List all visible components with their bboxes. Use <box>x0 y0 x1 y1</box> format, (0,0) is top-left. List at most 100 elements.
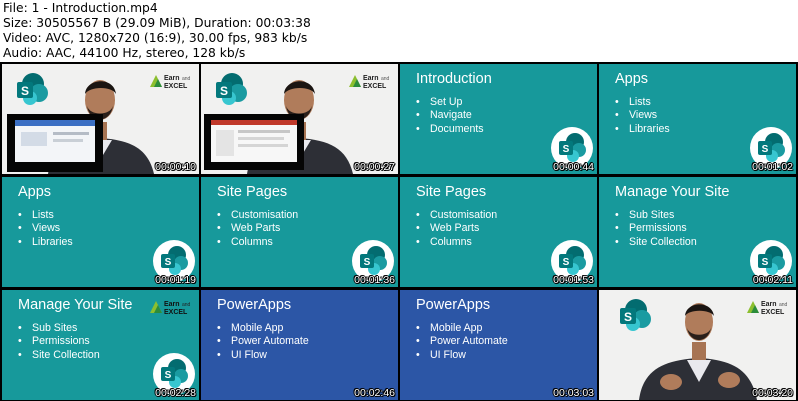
sharepoint-logo: S <box>17 73 48 105</box>
slide-bullets: Sub Sites Permissions Site Collection <box>629 209 697 249</box>
earn-text: Earn <box>761 301 777 308</box>
timestamp: 00:00:10 <box>155 161 196 173</box>
bullet-item: Sub Sites <box>32 322 100 335</box>
slide-title: Site Pages <box>416 184 487 200</box>
earn-and-excel-logo: Earn and EXCEL <box>148 297 198 321</box>
bullet-item: Set Up <box>430 96 484 109</box>
thumbnail-5[interactable]: Apps Lists Views Libraries S 00:01:19 <box>2 177 199 287</box>
bullet-item: Lists <box>629 96 670 109</box>
timestamp: 00:01:53 <box>553 274 594 286</box>
file-size-line: Size: 30505567 B (29.09 MiB), Duration: … <box>3 16 311 30</box>
bullet-item: Columns <box>430 236 497 249</box>
slide-bullets: Sub Sites Permissions Site Collection <box>32 322 100 362</box>
bullet-item: Permissions <box>629 222 697 235</box>
slide-title: Apps <box>18 184 52 200</box>
earn-text: Earn <box>164 75 180 82</box>
svg-text:S: S <box>563 144 570 155</box>
slide-title: Introduction <box>416 71 492 87</box>
excel-text: EXCEL <box>164 309 188 316</box>
audio-info-line: Audio: AAC, 44100 Hz, stereo, 128 kb/s <box>3 46 246 60</box>
bullet-item: Site Collection <box>32 349 100 362</box>
bullet-item: Documents <box>430 123 484 136</box>
thumbnail-2[interactable]: S Earn and EXCEL 00:00:27 <box>201 64 398 174</box>
bullet-item: Permissions <box>32 335 100 348</box>
slide-title: Apps <box>615 71 649 87</box>
thumbnail-7[interactable]: Site Pages Customisation Web Parts Colum… <box>400 177 597 287</box>
timestamp: 00:02:46 <box>354 387 395 399</box>
bullet-item: UI Flow <box>231 349 309 362</box>
timestamp: 00:03:03 <box>553 387 594 399</box>
slide-title: Manage Your Site <box>18 297 133 313</box>
thumbnail-12[interactable]: S Earn and EXCEL 00:03:20 <box>599 290 796 400</box>
svg-text:S: S <box>563 257 570 268</box>
svg-text:S: S <box>165 370 172 381</box>
earn-text: Earn <box>363 75 379 82</box>
video-info-line: Video: AVC, 1280x720 (16:9), 30.00 fps, … <box>3 31 308 45</box>
svg-text:S: S <box>165 257 172 268</box>
bullet-item: Columns <box>231 236 298 249</box>
excel-text: EXCEL <box>363 83 387 90</box>
slide-title: Manage Your Site <box>615 184 730 200</box>
and-text: and <box>182 302 191 308</box>
excel-text: EXCEL <box>164 83 188 90</box>
slide-title: PowerApps <box>416 297 491 313</box>
thumbnail-6[interactable]: Site Pages Customisation Web Parts Colum… <box>201 177 398 287</box>
thumbnail-11[interactable]: PowerApps Mobile App Power Automate UI F… <box>400 290 597 400</box>
file-info-header: File: 1 - Introduction.mp4 Size: 3050556… <box>0 0 798 62</box>
timestamp: 00:01:19 <box>155 274 196 286</box>
sharepoint-logo: S <box>620 299 651 331</box>
bullet-item: Libraries <box>629 123 670 136</box>
bullet-item: UI Flow <box>430 349 508 362</box>
and-text: and <box>182 76 191 82</box>
thumbnail-3[interactable]: Introduction Set Up Navigate Documents S… <box>400 64 597 174</box>
thumbnail-4[interactable]: Apps Lists Views Libraries S 00:01:02 <box>599 64 796 174</box>
svg-text:S: S <box>762 257 769 268</box>
slide-bullets: Lists Views Libraries <box>629 96 670 136</box>
thumbnail-1[interactable]: S Earn and EXCEL 00:00:10 <box>2 64 199 174</box>
timestamp: 00:00:27 <box>354 161 395 173</box>
slide-bullets: Customisation Web Parts Columns <box>430 209 497 249</box>
bullet-item: Mobile App <box>231 322 309 335</box>
bullet-item: Views <box>629 109 670 122</box>
timestamp: 00:01:02 <box>752 161 793 173</box>
bullet-item: Web Parts <box>231 222 298 235</box>
slide-bullets: Mobile App Power Automate UI Flow <box>231 322 309 362</box>
slide-bullets: Mobile App Power Automate UI Flow <box>430 322 508 362</box>
bullet-item: Web Parts <box>430 222 497 235</box>
bullet-item: Views <box>32 222 73 235</box>
slide-bullets: Set Up Navigate Documents <box>430 96 484 136</box>
timestamp: 00:00:44 <box>553 161 594 173</box>
bullet-item: Customisation <box>231 209 298 222</box>
thumbnail-10[interactable]: PowerApps Mobile App Power Automate UI F… <box>201 290 398 400</box>
svg-text:S: S <box>364 257 371 268</box>
slide-bullets: Customisation Web Parts Columns <box>231 209 298 249</box>
bullet-item: Lists <box>32 209 73 222</box>
file-name-line: File: 1 - Introduction.mp4 <box>3 1 158 15</box>
bullet-item: Power Automate <box>430 335 508 348</box>
slide-title: PowerApps <box>217 297 292 313</box>
excel-text: EXCEL <box>761 309 785 316</box>
svg-text:S: S <box>21 84 29 98</box>
earn-and-excel-logo: Earn and EXCEL <box>148 71 198 95</box>
timestamp: 00:03:20 <box>752 387 793 399</box>
slide-title: Site Pages <box>217 184 288 200</box>
timestamp: 00:02:11 <box>752 274 793 286</box>
thumbnail-9[interactable]: Manage Your Site Earn and EXCEL Sub Site… <box>2 290 199 400</box>
svg-text:S: S <box>624 310 632 324</box>
sharepoint-logo: S <box>216 73 247 105</box>
svg-text:S: S <box>220 84 228 98</box>
timestamp: 00:02:28 <box>155 387 196 399</box>
timestamp: 00:01:36 <box>354 274 395 286</box>
bullet-item: Libraries <box>32 236 73 249</box>
thumbnail-8[interactable]: Manage Your Site Sub Sites Permissions S… <box>599 177 796 287</box>
bullet-item: Site Collection <box>629 236 697 249</box>
demo-screen <box>7 114 103 172</box>
bullet-item: Sub Sites <box>629 209 697 222</box>
demo-screen <box>204 114 304 170</box>
earn-and-excel-logo: Earn and EXCEL <box>745 297 795 321</box>
bullet-item: Customisation <box>430 209 497 222</box>
earn-text: Earn <box>164 301 180 308</box>
bullet-item: Navigate <box>430 109 484 122</box>
svg-text:S: S <box>762 144 769 155</box>
thumbnail-grid: S Earn and EXCEL 00:00:10 S Earn and EXC… <box>0 62 798 401</box>
